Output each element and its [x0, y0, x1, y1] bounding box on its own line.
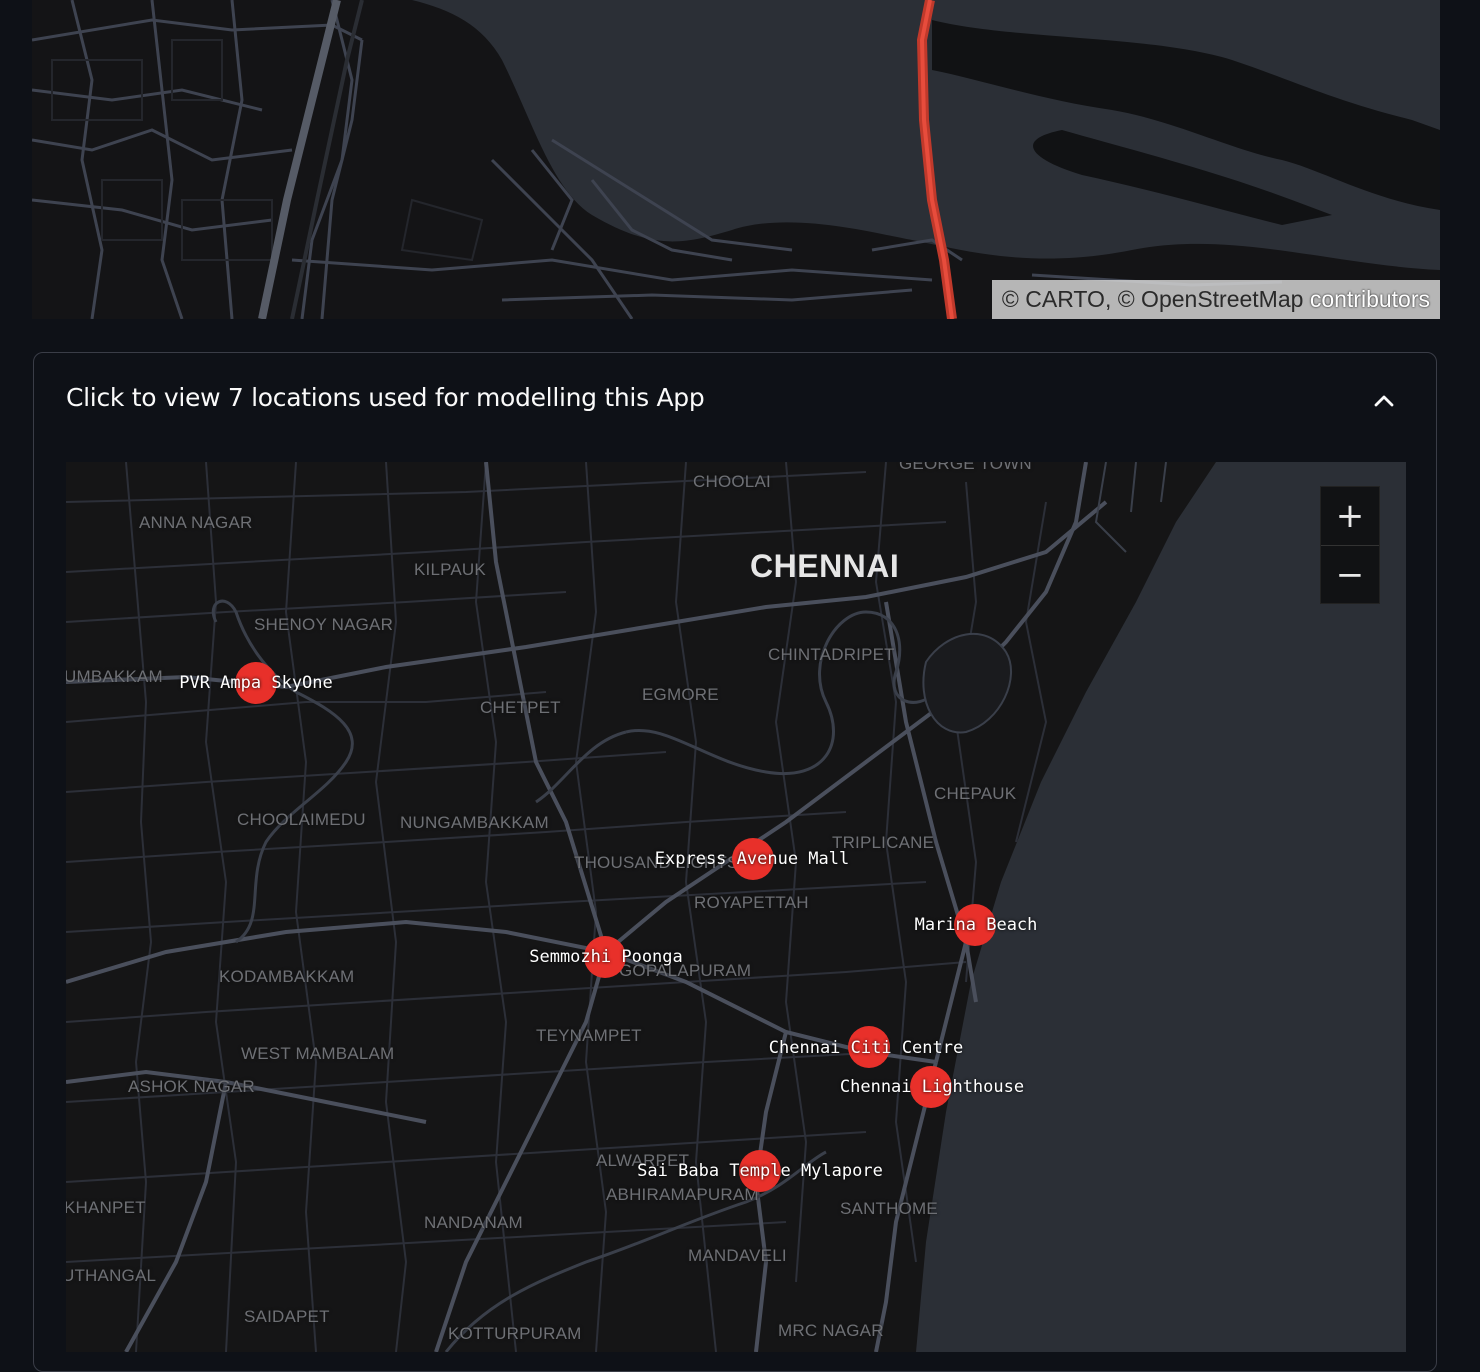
area-label: SHENOY NAGAR [254, 615, 394, 634]
area-label: SAIDAPET [244, 1307, 330, 1326]
area-label: KHANPET [66, 1198, 146, 1217]
area-label: CHOOLAI [693, 472, 771, 491]
area-label: EGMORE [642, 685, 719, 704]
area-label: UMBAKKAM [66, 667, 163, 686]
location-label: PVR Ampa SkyOne [179, 673, 333, 693]
city-label: CHENNAI [750, 548, 900, 584]
area-label: MANDAVELI [688, 1246, 787, 1265]
area-label: ROYAPETTAH [694, 893, 809, 912]
area-label: ANNA NAGAR [139, 513, 253, 532]
area-label: MRC NAGAR [778, 1321, 884, 1340]
locations-map[interactable]: GEORGE TOWN CHOOLAI ANNA NAGAR KILPAUK S… [66, 462, 1406, 1352]
area-label: KOTTURPURAM [448, 1324, 582, 1343]
map-attribution: © CARTO, © OpenStreetMap contributors [991, 280, 1440, 319]
area-label: SANTHOME [840, 1199, 938, 1218]
area-label: NUNGAMBAKKAM [400, 813, 549, 832]
area-label: UTHANGAL [66, 1266, 157, 1285]
location-label: Sai Baba Temple Mylapore [637, 1161, 883, 1181]
carto-attribution-link[interactable]: © CARTO [1002, 286, 1105, 312]
area-label: WEST MAMBALAM [241, 1044, 395, 1063]
top-map[interactable]: © CARTO, © OpenStreetMap contributors [32, 0, 1440, 319]
expander-title: Click to view 7 locations used for model… [66, 383, 705, 412]
chevron-up-icon[interactable] [1372, 389, 1396, 413]
location-label: Semmozhi Poonga [529, 947, 683, 967]
zoom-in-button[interactable]: + [1321, 487, 1379, 545]
area-label: NANDANAM [424, 1213, 523, 1232]
attribution-contributors: contributors [1303, 286, 1430, 312]
expander-header[interactable]: Click to view 7 locations used for model… [34, 353, 1436, 449]
location-label: Chennai Citi Centre [768, 1038, 964, 1058]
area-label: TEYNAMPET [536, 1026, 642, 1045]
area-label: GEORGE TOWN [899, 462, 1032, 473]
zoom-control: + − [1320, 486, 1380, 604]
area-label: ABHIRAMAPURAM [606, 1185, 759, 1204]
area-label: ASHOK NAGAR [128, 1077, 255, 1096]
area-label: KILPAUK [414, 560, 486, 579]
area-label: CHETPET [480, 698, 561, 717]
location-label: Chennai Lighthouse [839, 1077, 1025, 1097]
area-label: CHINTADRIPET [768, 645, 895, 664]
zoom-out-button[interactable]: − [1321, 545, 1379, 604]
area-label: CHEPAUK [934, 784, 1017, 803]
area-label: KODAMBAKKAM [219, 967, 355, 986]
area-label: CHOOLAIMEDU [237, 810, 366, 829]
osm-attribution-link[interactable]: © OpenStreetMap [1118, 286, 1304, 312]
location-label: Marina Beach [914, 915, 1038, 935]
location-label: Express Avenue Mall [654, 849, 850, 869]
attribution-separator: , [1104, 286, 1118, 312]
